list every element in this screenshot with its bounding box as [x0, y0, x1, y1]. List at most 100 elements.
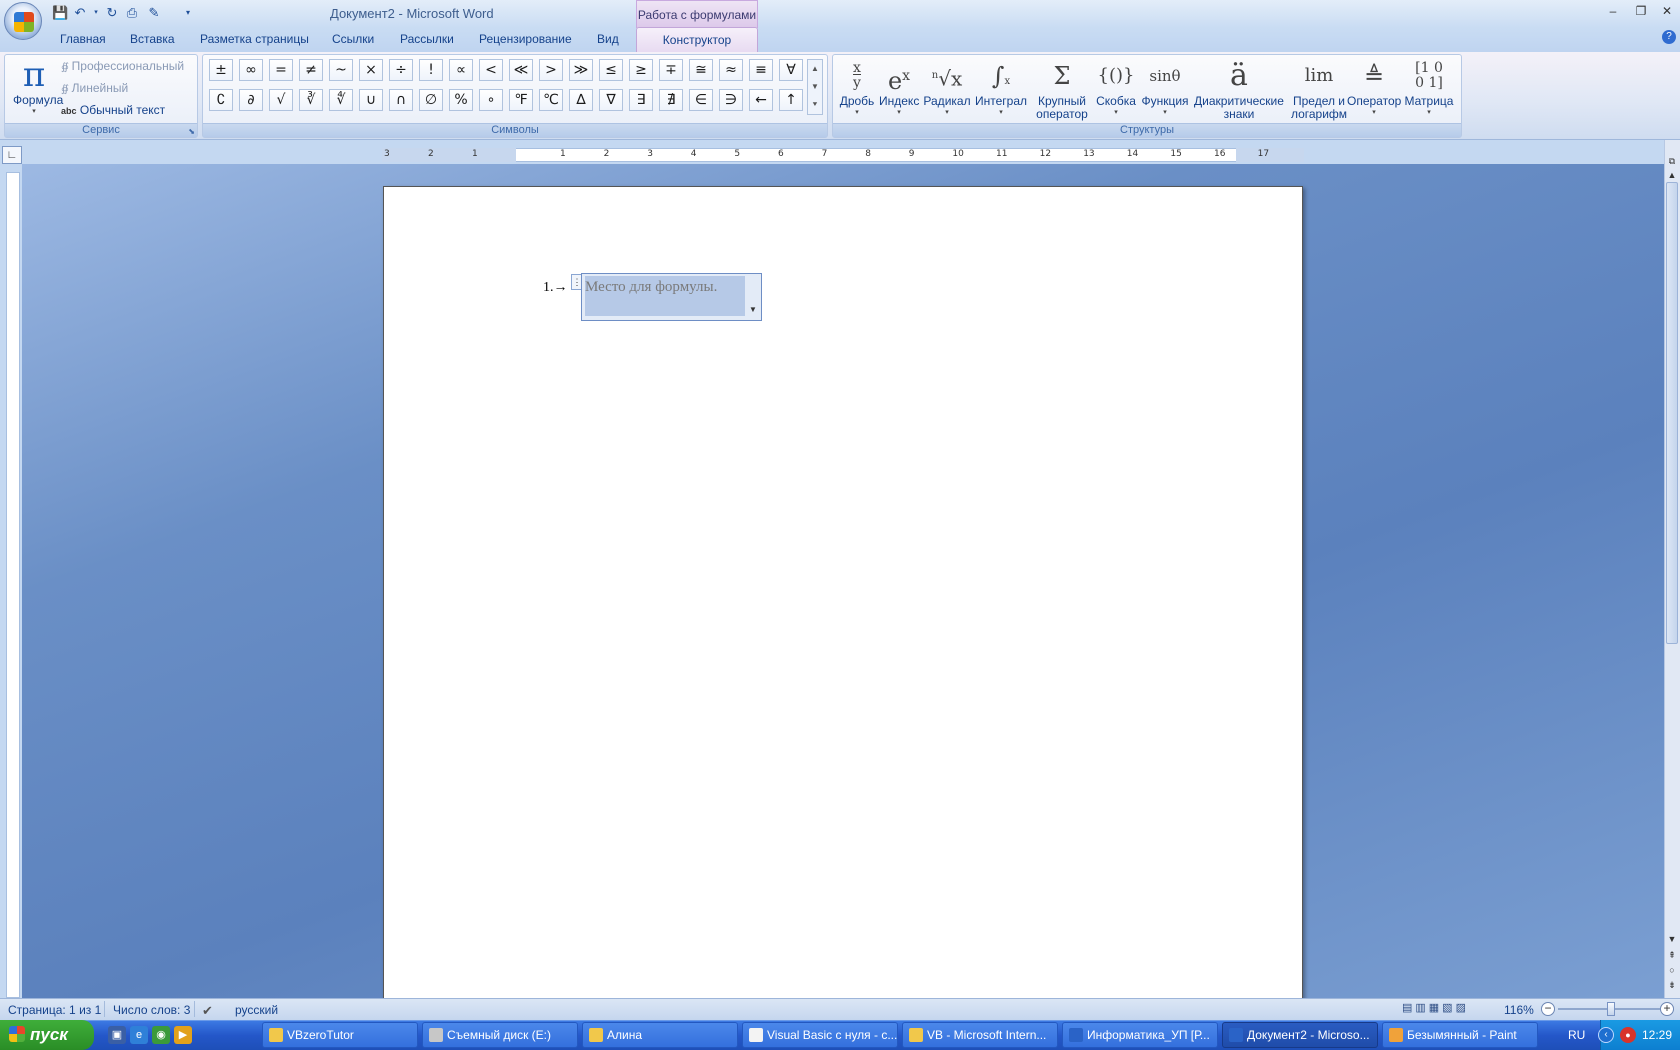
symbol-button[interactable]: ≈: [719, 59, 743, 81]
symbol-button[interactable]: <: [479, 59, 503, 81]
script-button[interactable]: ex Индекс ▾: [879, 57, 919, 116]
ruler-toggle-icon[interactable]: ⧉: [1665, 154, 1679, 168]
symbol-button[interactable]: ∂: [239, 89, 263, 111]
matrix-button[interactable]: [1 00 1] Матрица ▾: [1403, 57, 1455, 117]
zoom-in-icon[interactable]: +: [1660, 1002, 1674, 1016]
symbol-button[interactable]: ∀: [779, 59, 803, 81]
symbol-button[interactable]: ±: [209, 59, 233, 81]
tab-insert[interactable]: Вставка: [130, 32, 175, 46]
symbol-button[interactable]: ∩: [389, 89, 413, 111]
symbol-button[interactable]: >: [539, 59, 563, 81]
equation-placeholder[interactable]: Место для формулы.: [585, 279, 717, 296]
spelling-icon[interactable]: ✎: [146, 5, 162, 21]
scroll-down-icon[interactable]: ▼: [1665, 932, 1679, 946]
tab-page-layout[interactable]: Разметка страницы: [200, 32, 309, 46]
symbol-button[interactable]: ≪: [509, 59, 533, 81]
firefox-icon[interactable]: ◉: [152, 1026, 170, 1044]
symbol-button[interactable]: ←: [749, 89, 773, 111]
integral-button[interactable]: ∫x Интеграл ▾: [973, 57, 1029, 116]
symbol-button[interactable]: %: [449, 89, 473, 111]
taskbar-button[interactable]: VB - Microsoft Intern...: [902, 1022, 1058, 1048]
page-count[interactable]: Страница: 1 из 1: [8, 1003, 101, 1017]
symbol-button[interactable]: ∝: [449, 59, 473, 81]
dialog-launcher-icon[interactable]: ⬊: [188, 127, 195, 136]
tab-references[interactable]: Ссылки: [332, 32, 374, 46]
save-icon[interactable]: 💾: [52, 5, 68, 21]
tab-design[interactable]: Конструктор: [636, 27, 758, 53]
symbol-button[interactable]: ∇: [599, 89, 623, 111]
professional-button[interactable]: ∯ Профессиональный: [61, 59, 184, 73]
taskbar-button[interactable]: Информатика_УП [Р...: [1062, 1022, 1218, 1048]
undo-dropdown-icon[interactable]: ▾: [88, 5, 104, 21]
symbol-button[interactable]: ≅: [689, 59, 713, 81]
symbol-button[interactable]: ∞: [239, 59, 263, 81]
view-buttons[interactable]: ▤▥▦▧▨: [1402, 1001, 1492, 1017]
tab-review[interactable]: Рецензирование: [479, 32, 572, 46]
symbol-button[interactable]: ≥: [629, 59, 653, 81]
symbol-button[interactable]: ↑: [779, 89, 803, 111]
language-indicator[interactable]: русский: [235, 1003, 278, 1017]
gallery-scroll[interactable]: ▲ ▼ ⯆: [807, 59, 823, 115]
word-count[interactable]: Число слов: 3: [113, 1003, 190, 1017]
scroll-up-icon[interactable]: ▲: [1665, 168, 1679, 182]
equation-options-icon[interactable]: ▼: [746, 302, 760, 318]
zoom-slider-thumb[interactable]: [1607, 1002, 1616, 1016]
symbol-button[interactable]: ∘: [479, 89, 503, 111]
document-page[interactable]: [383, 186, 1303, 1006]
internet-explorer-icon[interactable]: e: [130, 1026, 148, 1044]
media-player-icon[interactable]: ▶: [174, 1026, 192, 1044]
function-button[interactable]: sinθ Функция ▾: [1139, 57, 1191, 116]
symbol-button[interactable]: ∅: [419, 89, 443, 111]
office-button[interactable]: [4, 2, 42, 40]
symbol-button[interactable]: ∈: [689, 89, 713, 111]
symbol-button[interactable]: !: [419, 59, 443, 81]
customize-qat-icon[interactable]: ▾: [180, 5, 196, 21]
taskbar-button[interactable]: Съемный диск (E:): [422, 1022, 578, 1048]
zoom-level[interactable]: 116%: [1504, 1003, 1534, 1017]
minimize-button[interactable]: ‒: [1602, 4, 1624, 22]
taskbar-button[interactable]: Документ2 - Microso...: [1222, 1022, 1378, 1048]
bracket-button[interactable]: {()} Скобка ▾: [1095, 57, 1137, 116]
input-language[interactable]: RU: [1568, 1028, 1585, 1042]
large-operator-button[interactable]: Σ Крупный оператор: [1031, 57, 1093, 121]
print-preview-icon[interactable]: ⎙: [124, 5, 140, 21]
show-desktop-icon[interactable]: ▣: [108, 1026, 126, 1044]
symbol-button[interactable]: ≤: [599, 59, 623, 81]
symbol-button[interactable]: ℃: [539, 89, 563, 111]
browse-object-icon[interactable]: ○: [1665, 963, 1679, 977]
previous-page-icon[interactable]: ⇞: [1665, 948, 1679, 962]
symbol-button[interactable]: ≡: [749, 59, 773, 81]
symbol-button[interactable]: √: [269, 89, 293, 111]
symbol-button[interactable]: ∁: [209, 89, 233, 111]
symbol-button[interactable]: ∃: [629, 89, 653, 111]
tab-view[interactable]: Вид: [597, 32, 619, 46]
symbol-button[interactable]: ∋: [719, 89, 743, 111]
symbol-button[interactable]: ∓: [659, 59, 683, 81]
spellcheck-icon[interactable]: ✔: [202, 1003, 213, 1019]
taskbar-button[interactable]: Безымянный - Paint: [1382, 1022, 1538, 1048]
next-page-icon[interactable]: ⇟: [1665, 978, 1679, 992]
zoom-out-icon[interactable]: −: [1541, 1002, 1555, 1016]
symbol-button[interactable]: ℉: [509, 89, 533, 111]
symbol-button[interactable]: ∆: [569, 89, 593, 111]
symbol-button[interactable]: ≫: [569, 59, 593, 81]
formula-button[interactable]: π Формула ▾: [13, 57, 63, 115]
tab-stop-selector[interactable]: ∟: [2, 146, 22, 164]
maximize-button[interactable]: ❐: [1630, 4, 1652, 22]
taskbar-button[interactable]: Алина: [582, 1022, 738, 1048]
accent-button[interactable]: ä Диакритические знаки: [1191, 57, 1287, 121]
symbol-button[interactable]: ~: [329, 59, 353, 81]
undo-icon[interactable]: ↶: [72, 5, 88, 21]
tray-expand-icon[interactable]: ‹: [1598, 1027, 1614, 1043]
taskbar-button[interactable]: VBzeroTutor: [262, 1022, 418, 1048]
plain-text-button[interactable]: abc Обычный текст: [61, 103, 165, 117]
symbol-button[interactable]: ∜: [329, 89, 353, 111]
redo-icon[interactable]: ↻: [104, 5, 120, 21]
tab-home[interactable]: Главная: [60, 32, 106, 46]
symbol-button[interactable]: ∪: [359, 89, 383, 111]
symbol-button[interactable]: ×: [359, 59, 383, 81]
help-icon[interactable]: ?: [1662, 30, 1676, 44]
scroll-thumb[interactable]: [1666, 182, 1678, 644]
symbol-button[interactable]: ≠: [299, 59, 323, 81]
radical-button[interactable]: n√x Радикал ▾: [923, 57, 971, 116]
